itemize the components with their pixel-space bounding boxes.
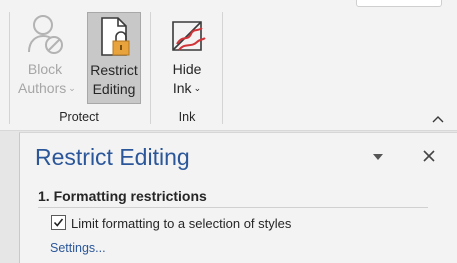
group-separator xyxy=(150,12,151,124)
block-authors-icon xyxy=(25,12,65,56)
chevron-down-icon: ⌄ xyxy=(193,83,202,93)
settings-link[interactable]: Settings... xyxy=(50,241,106,255)
chevron-up-icon[interactable] xyxy=(430,112,446,126)
limit-formatting-checkbox[interactable] xyxy=(51,215,66,230)
hide-ink-label-line1: Hide xyxy=(172,61,202,77)
limit-formatting-option[interactable]: Limit formatting to a selection of style… xyxy=(51,215,291,233)
block-authors-button[interactable]: Block Authors ⌄ xyxy=(18,6,76,98)
group-separator xyxy=(9,12,10,124)
block-authors-label-line1: Block xyxy=(27,61,63,77)
group-label-protect: Protect xyxy=(59,110,99,124)
hide-ink-icon xyxy=(167,12,207,56)
ribbon: Block Authors⌄ Restrict Editing Protect xyxy=(0,0,457,131)
pane-title: Restrict Editing xyxy=(35,144,190,170)
block-authors-label-line2: Authors ⌄ xyxy=(18,80,76,96)
restrict-editing-icon xyxy=(94,15,134,59)
hide-ink-label-line2: Ink ⌄ xyxy=(172,80,202,96)
limit-formatting-label: Limit formatting to a selection of style… xyxy=(71,216,292,231)
chevron-down-icon: ⌄ xyxy=(68,83,76,93)
restrict-editing-pane: Restrict Editing 1. Formatting restricti… xyxy=(19,132,457,263)
close-icon[interactable] xyxy=(420,147,438,165)
group-separator xyxy=(222,12,223,124)
restrict-editing-label-line1: Restrict xyxy=(90,62,138,78)
section-heading: 1. Formatting restrictions xyxy=(38,188,207,204)
caret-down-icon[interactable] xyxy=(370,149,386,165)
divider xyxy=(38,207,428,208)
ribbon-search-box[interactable] xyxy=(356,0,442,7)
restrict-editing-button[interactable]: Restrict Editing xyxy=(87,12,141,104)
hide-ink-button[interactable]: Hide Ink ⌄ xyxy=(160,6,214,98)
group-label-ink: Ink xyxy=(178,110,196,124)
restrict-editing-label-line2: Editing xyxy=(92,81,136,97)
